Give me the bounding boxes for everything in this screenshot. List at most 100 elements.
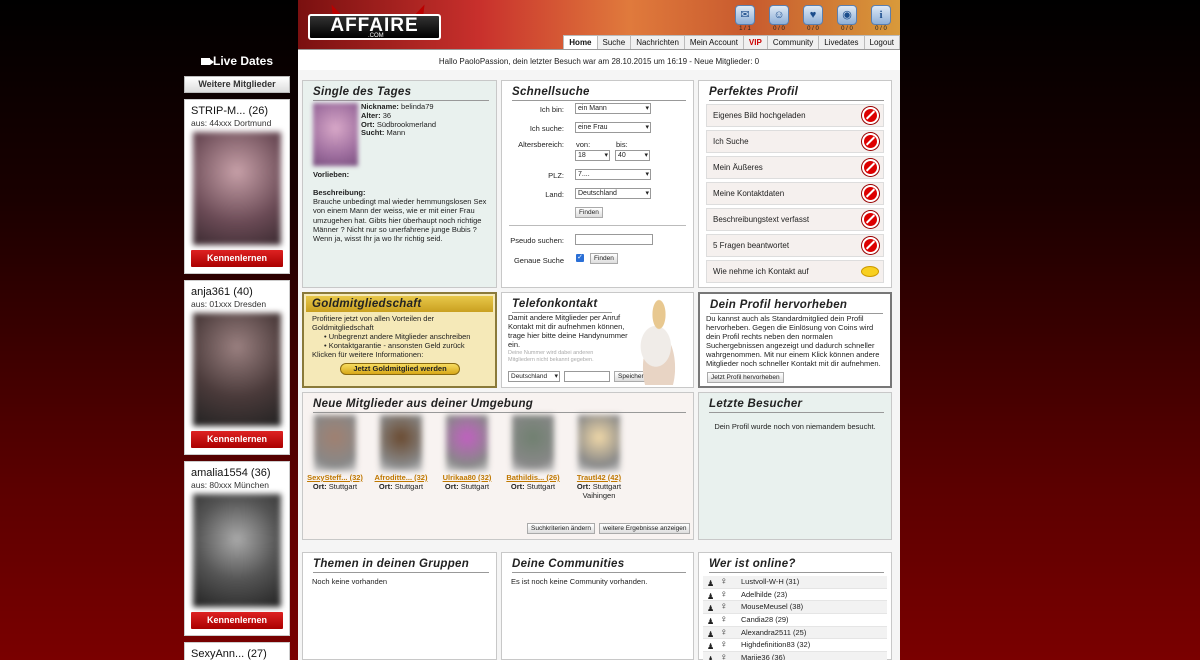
new-member-name[interactable]: Ulrikaa80 (32) <box>439 473 495 482</box>
online-user-row[interactable]: ♟ ♀ Alexandra2511 (25) <box>703 626 887 640</box>
new-member-photo[interactable] <box>512 415 554 471</box>
online-user-row[interactable]: ♟ ♀ Lustvoll-W-H (31) <box>703 576 887 589</box>
single-photo[interactable] <box>313 103 358 166</box>
logo[interactable]: AFFAIRE .COM <box>308 14 441 40</box>
new-member-photo[interactable] <box>314 415 356 471</box>
new-member-item[interactable]: Afroditte... (32) Ort: Stuttgart <box>373 415 429 491</box>
live-card-name[interactable]: SexyAnn... (27) <box>191 648 283 660</box>
online-user-name[interactable]: Highdefinition83 (32) <box>741 640 810 649</box>
gold-button[interactable]: Jetzt Goldmitglied werden <box>340 363 460 375</box>
kennenlernen-button[interactable]: Kennenlernen <box>191 612 283 629</box>
phone-number-input[interactable] <box>564 371 610 382</box>
new-member-place-label: Ort: <box>576 482 591 491</box>
online-user-name[interactable]: Alexandra2511 (25) <box>741 628 806 637</box>
profile-item-label: Eigenes Bild hochgeladen <box>713 111 806 120</box>
live-card-photo[interactable] <box>193 132 281 245</box>
kennenlernen-button[interactable]: Kennenlernen <box>191 431 283 448</box>
new-member-place-label: Ort: <box>312 482 327 491</box>
seek-select[interactable]: eine Frau <box>575 122 651 133</box>
kennenlernen-button[interactable]: Kennenlernen <box>191 250 283 267</box>
profile-item[interactable]: Mein Äußeres <box>706 156 884 179</box>
more-members-button[interactable]: Weitere Mitglieder <box>184 76 290 93</box>
profile-item[interactable]: 5 Fragen beantwortet <box>706 234 884 257</box>
age-from-select[interactable]: 18 <box>575 150 610 161</box>
profile-title: Perfektes Profil <box>709 86 884 101</box>
new-member-place-line: Ort: Stuttgart <box>307 482 363 491</box>
profile-item[interactable]: Wie nehme ich Kontakt auf <box>706 260 884 283</box>
nav-livedates[interactable]: Livedates <box>819 36 865 49</box>
live-card[interactable]: anja361 (40) aus: 01xxx Dresden Kennenle… <box>184 280 290 455</box>
header-icon-heart[interactable]: ♥ 0 / 0 <box>802 5 824 32</box>
info-icon[interactable]: i <box>871 5 891 25</box>
visitors-icon[interactable]: ☺ <box>769 5 789 25</box>
live-card-name[interactable]: amalia1554 (36) <box>191 467 283 479</box>
live-card[interactable]: SexyAnn... (27) <box>184 642 290 660</box>
new-member-item[interactable]: Ulrikaa80 (32) Ort: Stuttgart <box>439 415 495 491</box>
live-card-name[interactable]: STRIP-M... (26) <box>191 105 283 117</box>
online-user-row[interactable]: ♟ ♀ Marije36 (36) <box>703 652 887 660</box>
online-user-row[interactable]: ♟ ♀ MouseMeusel (38) <box>703 601 887 615</box>
highlight-button[interactable]: Jetzt Profil hervorheben <box>707 372 784 383</box>
online-user-name[interactable]: Candia28 (29) <box>741 615 789 624</box>
profile-item-label: Beschreibungstext verfasst <box>713 215 810 224</box>
new-member-name[interactable]: Afroditte... (32) <box>373 473 429 482</box>
profile-item[interactable]: Beschreibungstext verfasst <box>706 208 884 231</box>
iam-select[interactable]: ein Mann <box>575 103 651 114</box>
profile-item[interactable]: Ich Suche <box>706 130 884 153</box>
find-button[interactable]: Finden <box>575 207 603 218</box>
live-card[interactable]: amalia1554 (36) aus: 80xxx München Kenne… <box>184 461 290 636</box>
more-results-button[interactable]: weitere Ergebnisse anzeigen <box>599 523 691 534</box>
new-member-photo[interactable] <box>578 415 620 471</box>
find-pseudo-button[interactable]: Finden <box>590 253 618 264</box>
online-user-row[interactable]: ♟ ♀ Candia28 (29) <box>703 614 887 627</box>
online-user-name[interactable]: Lustvoll-W-H (31) <box>741 577 799 586</box>
header-icon-mail[interactable]: ✉ 1 / 1 <box>734 5 756 32</box>
country-select[interactable]: Deutschland <box>575 188 651 199</box>
new-member-photo[interactable] <box>380 415 422 471</box>
exact-search-checkbox[interactable]: ✓ <box>576 254 584 262</box>
live-card-name[interactable]: anja361 (40) <box>191 286 283 298</box>
online-user-name[interactable]: Adelhilde (23) <box>741 590 787 599</box>
new-member-name[interactable]: SexySteff... (32) <box>307 473 363 482</box>
single-details: Nickname: belinda79 Alter: 36 Ort: Südbr… <box>361 102 436 138</box>
live-card-photo[interactable] <box>193 494 281 607</box>
new-member-place-label: Ort: <box>378 482 393 491</box>
change-criteria-button[interactable]: Suchkriterien ändern <box>527 523 595 534</box>
header-icon-eyes[interactable]: ◉ 0 / 0 <box>836 5 858 32</box>
new-member-item[interactable]: Bathildis... (26) Ort: Stuttgart <box>505 415 561 491</box>
zip-label: PLZ: <box>548 171 564 180</box>
profile-item[interactable]: Eigenes Bild hochgeladen <box>706 104 884 127</box>
new-member-name[interactable]: Bathildis... (26) <box>505 473 561 482</box>
live-card[interactable]: STRIP-M... (26) aus: 44xxx Dortmund Kenn… <box>184 99 290 274</box>
live-card-photo[interactable] <box>193 313 281 426</box>
nav-home[interactable]: Home <box>564 36 598 49</box>
nav-logout[interactable]: Logout <box>865 36 900 49</box>
new-member-item[interactable]: SexySteff... (32) Ort: Stuttgart <box>307 415 363 491</box>
country-label: Land: <box>545 190 564 199</box>
age-to-select[interactable]: 40 <box>615 150 650 161</box>
eyes-icon[interactable]: ◉ <box>837 5 857 25</box>
heart-icon[interactable]: ♥ <box>803 5 823 25</box>
header-icon-visitors[interactable]: ☺ 0 / 0 <box>768 5 790 32</box>
online-user-row[interactable]: ♟ ♀ Adelhilde (23) <box>703 588 887 602</box>
profile-item[interactable]: Meine Kontaktdaten <box>706 182 884 205</box>
nav-suche[interactable]: Suche <box>598 36 632 49</box>
header-icon-info[interactable]: i 0 / 0 <box>870 5 892 32</box>
nav-community[interactable]: Community <box>768 36 820 49</box>
phone-country-select[interactable]: Deutschland <box>508 371 560 382</box>
nav-vip[interactable]: VIP <box>744 36 768 49</box>
new-member-photo[interactable] <box>446 415 488 471</box>
nav-mein-account[interactable]: Mein Account <box>685 36 744 49</box>
no-entry-icon <box>862 211 879 228</box>
pseudo-input[interactable] <box>575 234 653 245</box>
online-user-row[interactable]: ♟ ♀ Highdefinition83 (32) <box>703 639 887 653</box>
nav-nachrichten[interactable]: Nachrichten <box>631 36 685 49</box>
new-member-item[interactable]: Trautl42 (42) Ort: Stuttgart Vaihingen <box>571 415 627 500</box>
profile-item-label: Mein Äußeres <box>713 163 763 172</box>
profile-item-label: Meine Kontaktdaten <box>713 189 785 198</box>
new-member-name[interactable]: Trautl42 (42) <box>571 473 627 482</box>
zip-select[interactable]: 7.... <box>575 169 651 180</box>
online-user-name[interactable]: MouseMeusel (38) <box>741 602 803 611</box>
mail-icon[interactable]: ✉ <box>735 5 755 25</box>
online-user-name[interactable]: Marije36 (36) <box>741 653 785 660</box>
